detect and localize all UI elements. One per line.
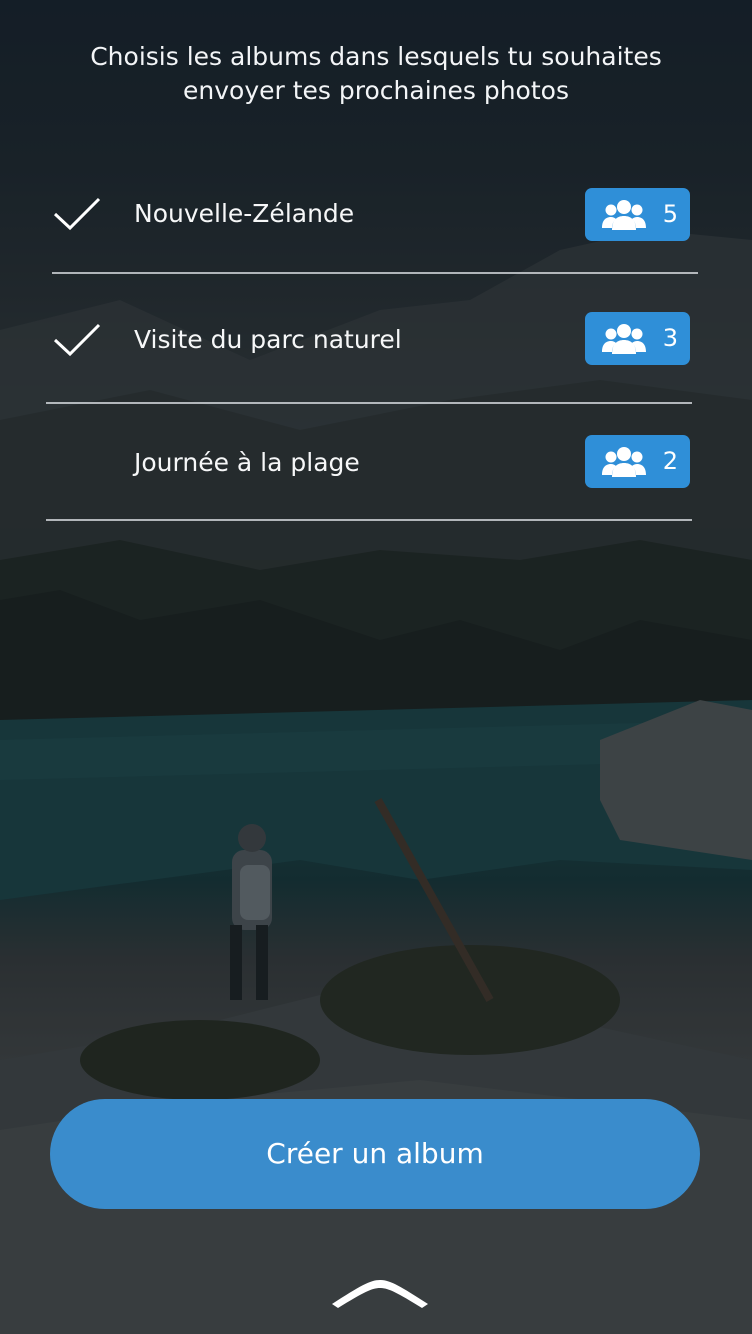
instructions-line-2: envoyer tes prochaines photos [183, 76, 569, 105]
album-row-visite-parc-naturel[interactable]: Visite du parc naturel 3 [0, 310, 752, 370]
instructions-line-1: Choisis les albums dans lesquels tu souh… [90, 42, 662, 71]
create-album-button[interactable]: Créer un album [50, 1099, 700, 1209]
album-name: Nouvelle-Zélande [134, 199, 355, 228]
album-name: Visite du parc naturel [134, 325, 402, 354]
group-icon [602, 200, 646, 230]
members-badge[interactable]: 5 [585, 188, 690, 241]
album-row-nouvelle-zelande[interactable]: Nouvelle-Zélande 5 [0, 184, 752, 244]
members-count: 3 [662, 324, 678, 352]
divider [46, 519, 692, 521]
members-badge[interactable]: 3 [585, 312, 690, 365]
album-row-journee-plage[interactable]: Journée à la plage 2 [0, 433, 752, 493]
group-icon [602, 447, 646, 477]
checkmark-icon [53, 197, 101, 231]
checkmark-icon [53, 323, 101, 357]
chevron-up-icon[interactable] [330, 1276, 430, 1312]
members-badge[interactable]: 2 [585, 435, 690, 488]
members-count: 5 [662, 200, 678, 228]
divider [46, 402, 692, 404]
members-count: 2 [662, 447, 678, 475]
album-name: Journée à la plage [134, 448, 360, 477]
instructions-heading: Choisis les albums dans lesquels tu souh… [0, 40, 752, 108]
group-icon [602, 324, 646, 354]
divider [52, 272, 698, 274]
